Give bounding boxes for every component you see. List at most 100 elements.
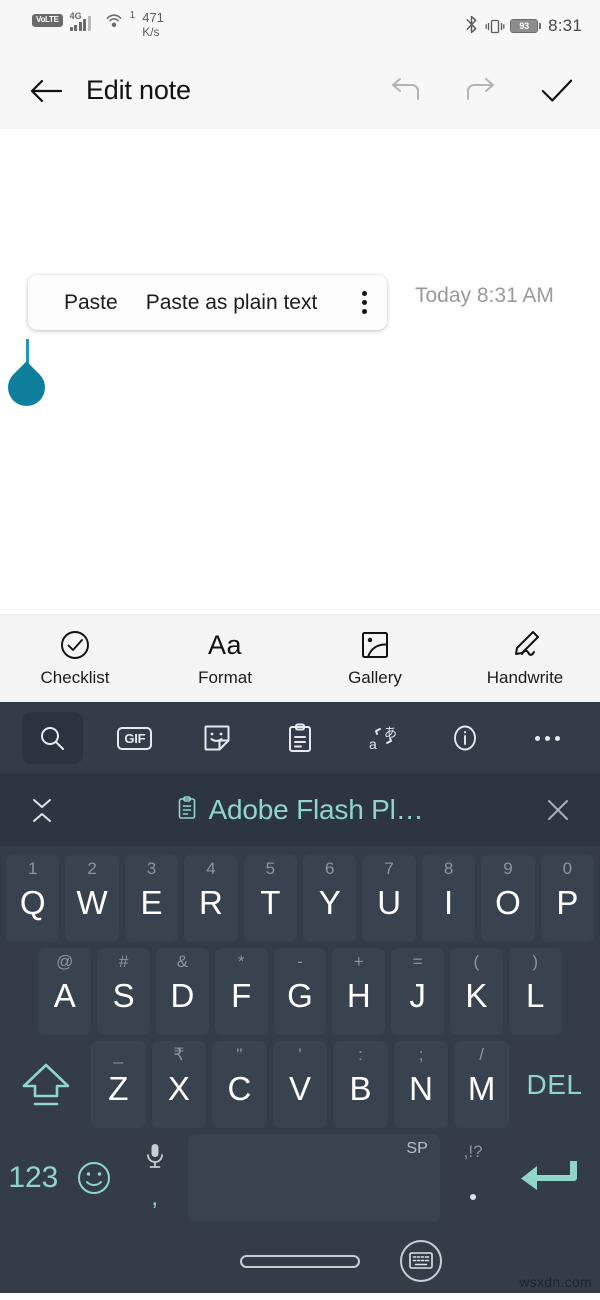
status-bar: VoLTE 4G 1 471 K/s 93 8:31 <box>0 0 600 52</box>
keyboard-row-1: 1Q 2W 3E 4R 5T 6Y 7U 8I 9O 0P <box>3 852 597 945</box>
volte-icon: VoLTE <box>32 14 63 27</box>
close-icon[interactable] <box>538 796 578 824</box>
emoji-smiley-icon[interactable] <box>67 1134 122 1222</box>
key-r[interactable]: 4R <box>184 855 238 942</box>
key-z[interactable]: _ Z <box>91 1041 146 1128</box>
home-pill[interactable] <box>240 1254 360 1268</box>
key-label: Y <box>318 883 341 921</box>
paste-context-menu: Paste Paste as plain text <box>28 275 388 330</box>
key-y[interactable]: 6Y <box>303 855 357 942</box>
back-arrow-icon[interactable] <box>28 73 64 109</box>
key-a[interactable]: @ A <box>38 948 92 1035</box>
microphone-key[interactable]: , <box>127 1134 182 1222</box>
key-w[interactable]: 2W <box>65 855 119 942</box>
key-n[interactable]: ; N <box>393 1041 449 1128</box>
toolbar-item-format[interactable]: Aa Format <box>150 629 300 688</box>
keyboard-toolbar: GIF a あ <box>0 702 600 774</box>
numbers-label: 123 <box>8 1161 59 1194</box>
keyboard-row-2: @ A # S & D * F -G + H = J (K ) L <box>3 945 597 1038</box>
key-h[interactable]: + H <box>332 948 386 1035</box>
redo-icon[interactable] <box>464 74 498 108</box>
toolbar-item-handwrite[interactable]: Handwrite <box>450 629 600 688</box>
undo-icon[interactable] <box>388 74 422 108</box>
key-hint: / <box>479 1045 485 1064</box>
format-toolbar: Checklist Aa Format Gallery Handwrite <box>0 614 600 702</box>
key-f[interactable]: * F <box>214 948 268 1035</box>
key-e[interactable]: 3E <box>124 855 179 942</box>
checkmark-icon[interactable] <box>540 74 574 108</box>
key-l[interactable]: ) L <box>508 948 562 1035</box>
toolbar-item-checklist[interactable]: Checklist <box>0 629 150 688</box>
more-dots <box>535 735 561 741</box>
key-u[interactable]: 7U <box>362 855 416 942</box>
key-b[interactable]: :B <box>333 1041 388 1128</box>
key-hint: * <box>237 952 245 971</box>
note-editor[interactable]: Today 8:31 AM Paste Paste as plain text <box>0 129 600 614</box>
more-vertical-icon[interactable] <box>341 275 387 330</box>
key-c[interactable]: " C <box>212 1041 267 1128</box>
space-key[interactable]: SP <box>188 1134 440 1222</box>
paste-as-plain-text-button[interactable]: Paste as plain text <box>132 291 332 315</box>
shift-up-icon[interactable] <box>6 1041 85 1128</box>
key-label: L <box>526 976 545 1014</box>
keyboard-keys: 1Q 2W 3E 4R 5T 6Y 7U 8I 9O 0P @ A # S & D *… <box>0 846 600 1229</box>
paste-button[interactable]: Paste <box>50 291 132 315</box>
clipboard-icon[interactable] <box>270 712 331 764</box>
collapse-chevrons-icon[interactable] <box>22 798 62 822</box>
key-label: Q <box>19 883 46 921</box>
key-label: S <box>112 976 135 1014</box>
check-circle-icon <box>59 629 91 661</box>
data-rate-unit: K/s <box>142 25 160 39</box>
key-k[interactable]: (K <box>449 948 503 1035</box>
more-horizontal-icon[interactable] <box>517 712 578 764</box>
info-icon[interactable] <box>435 712 496 764</box>
key-s[interactable]: # S <box>97 948 150 1035</box>
svg-text:a: a <box>369 736 377 752</box>
numbers-key[interactable]: 123 <box>6 1134 61 1222</box>
key-o[interactable]: 9O <box>481 855 535 942</box>
key-m[interactable]: / M <box>454 1041 509 1128</box>
key-label: W <box>76 883 108 921</box>
delete-key[interactable]: DEL <box>515 1041 594 1128</box>
key-d[interactable]: & D <box>156 948 209 1035</box>
app-bar: Edit note <box>0 52 600 129</box>
toolbar-label-gallery: Gallery <box>348 668 402 687</box>
key-label: M <box>467 1069 496 1107</box>
key-hint: _ <box>113 1045 124 1064</box>
key-v[interactable]: ' V <box>272 1041 328 1128</box>
period-dot <box>470 1194 477 1200</box>
keyboard: GIF a あ Adobe Flash Pl… 1 Q 2 W 3 E 4 R … <box>0 702 600 1229</box>
key-q[interactable]: 1Q <box>6 855 60 942</box>
toolbar-item-gallery[interactable]: Gallery <box>300 629 450 688</box>
key-hint: " <box>236 1045 243 1064</box>
key-i[interactable]: 8I <box>421 855 476 942</box>
period-key[interactable]: ,!? <box>446 1134 501 1222</box>
toolbar-label-format: Format <box>198 668 252 687</box>
key-hint: + <box>353 952 364 971</box>
translate-icon[interactable]: a あ <box>352 712 413 764</box>
format-aa-glyph: Aa <box>207 630 243 660</box>
row2-right-spacer <box>568 948 594 1035</box>
key-g[interactable]: -G <box>273 948 327 1035</box>
sticker-icon[interactable] <box>187 712 248 764</box>
enter-arrow-icon[interactable] <box>506 1134 594 1222</box>
key-j[interactable]: = J <box>391 948 444 1035</box>
status-bar-right: 93 8:31 <box>465 15 600 38</box>
key-label: U <box>377 883 402 921</box>
hide-keyboard-icon[interactable] <box>400 1240 442 1282</box>
key-x[interactable]: ₹ X <box>151 1041 207 1128</box>
clipboard-suggestion-content[interactable]: Adobe Flash Pl… <box>0 794 600 826</box>
cursor-handle[interactable] <box>0 361 53 414</box>
key-t[interactable]: 5T <box>243 855 298 942</box>
key-hint: 7 <box>384 859 394 878</box>
key-label: K <box>465 976 488 1014</box>
key-p[interactable]: 0P <box>540 855 595 942</box>
battery-fill: 93 <box>511 20 538 32</box>
gif-icon[interactable]: GIF <box>105 712 166 764</box>
key-label: B <box>349 1069 372 1107</box>
search-icon[interactable] <box>22 712 83 764</box>
key-hint: 1 <box>27 859 38 878</box>
hotspot-count-label: 1 <box>129 10 136 21</box>
signal-bars <box>69 16 91 31</box>
app-bar-actions <box>388 74 574 108</box>
